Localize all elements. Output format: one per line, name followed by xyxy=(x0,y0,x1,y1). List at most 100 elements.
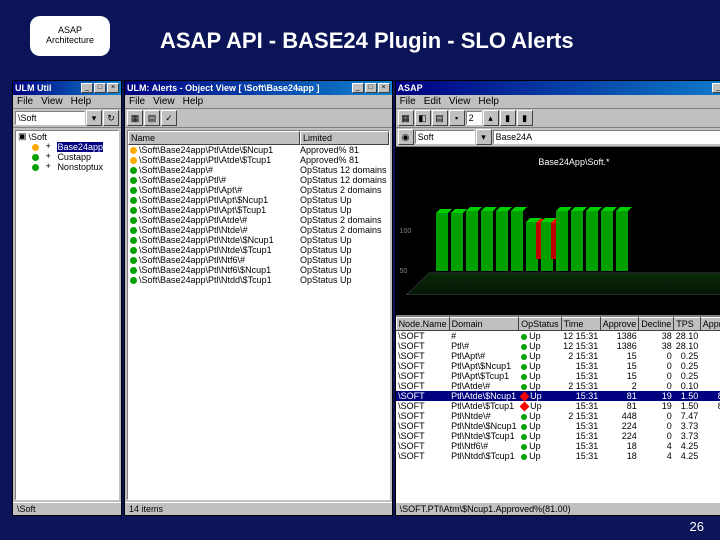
tree-node[interactable]: + Base24app xyxy=(16,142,118,152)
list-item[interactable]: \Soft\Base24app\Ptl\Apt\#OpStatus 2 doma… xyxy=(128,185,389,195)
maximize-button[interactable]: □ xyxy=(94,83,106,93)
status-icon xyxy=(130,197,137,204)
col-header[interactable]: Approve xyxy=(600,318,639,331)
minimize-button[interactable]: _ xyxy=(352,83,364,93)
minimize-button[interactable]: _ xyxy=(712,83,720,93)
table-row[interactable]: \SOFTPtl\Ntde\$Tcup1 Up15:3122403.73100.… xyxy=(396,431,720,441)
list-item[interactable]: \Soft\Base24app\Ptl\Apt\$Ncup1OpStatus U… xyxy=(128,195,389,205)
menu-view[interactable]: View xyxy=(153,96,175,107)
col-header[interactable]: Domain xyxy=(449,318,519,331)
cell-decline: 19 xyxy=(639,401,674,411)
col-header[interactable]: Node.Name xyxy=(396,318,449,331)
alerts-titlebar[interactable]: ULM: Alerts - Object View [ \Soft\Base24… xyxy=(125,81,392,95)
menu-help[interactable]: Help xyxy=(183,96,204,107)
data-table[interactable]: Node.NameDomainOpStatusTimeApproveDeclin… xyxy=(396,317,720,461)
col-header[interactable]: TPS xyxy=(674,318,701,331)
dropdown-icon[interactable]: ▾ xyxy=(476,129,492,145)
alerts-statusbar: 14 items xyxy=(125,502,392,515)
cell-node: \SOFT xyxy=(396,371,449,381)
table-row[interactable]: \SOFTPtl\Apt\$Ncup1 Up15:311500.25100.00 xyxy=(396,361,720,371)
tool-button[interactable]: ▮ xyxy=(517,110,533,126)
chart-3d[interactable]: Base24App\Soft.* 100 50 xyxy=(396,147,720,315)
ulm-tree[interactable]: ▣ \Soft + Base24app + Custapp + Nonstopt… xyxy=(15,130,119,500)
list-item[interactable]: \Soft\Base24app\Ptl\Ntf6\$Ncup1OpStatus … xyxy=(128,265,389,275)
data-table-area[interactable]: Node.NameDomainOpStatusTimeApproveDeclin… xyxy=(396,315,720,502)
list-item[interactable]: \Soft\Base24app\Ptl\Atde\$Tcup1Approved%… xyxy=(128,155,389,165)
cell-tps: 0.25 xyxy=(674,361,701,371)
minimize-button[interactable]: _ xyxy=(81,83,93,93)
cell-node: \SOFT xyxy=(396,441,449,451)
maximize-button[interactable]: □ xyxy=(365,83,377,93)
cell-approve: 15 xyxy=(600,371,639,381)
table-row[interactable]: \SOFT# Up12 15:3113863828.1097.33 xyxy=(396,331,720,342)
list-item[interactable]: \Soft\Base24app\Ptl\Ntde\#OpStatus 2 dom… xyxy=(128,225,389,235)
tool-button[interactable]: ▦ xyxy=(127,110,143,126)
tool-button[interactable]: ◧ xyxy=(415,110,431,126)
col-header[interactable]: Time xyxy=(561,318,600,331)
tree-label: Nonstoptux xyxy=(57,162,103,172)
menu-help[interactable]: Help xyxy=(478,96,499,107)
col-name[interactable]: Name xyxy=(128,131,300,145)
up-icon xyxy=(521,354,527,360)
tool-button[interactable]: ▦ xyxy=(398,110,414,126)
dropdown-icon[interactable]: ▾ xyxy=(86,110,102,126)
list-item[interactable]: \Soft\Base24app\Ptl\Ntde\$Ncup1OpStatus … xyxy=(128,235,389,245)
combo-base24[interactable] xyxy=(493,130,720,144)
tree-node[interactable]: + Nonstoptux xyxy=(16,162,118,172)
table-row[interactable]: \SOFTPtl\Apt\# Up2 15:311500.25100.00 xyxy=(396,351,720,361)
menu-file[interactable]: File xyxy=(17,96,33,107)
menu-file[interactable]: File xyxy=(400,96,416,107)
col-header[interactable]: Decline xyxy=(639,318,674,331)
asap-toolbar: ▦ ◧ ▤ ▪ ▴ ▮ ▮ xyxy=(396,109,720,128)
tree-node[interactable]: + Custapp xyxy=(16,152,118,162)
list-item[interactable]: \Soft\Base24app\Ptl\Apt\$Tcup1OpStatus U… xyxy=(128,205,389,215)
col-header[interactable]: Approved% xyxy=(700,318,720,331)
table-row[interactable]: \SOFTPtl\Atde\$Ncup1 Up15:3181191.5081.0… xyxy=(396,391,720,401)
table-row[interactable]: \SOFTPtl\Ntde\# Up2 15:3144807.47100.00 xyxy=(396,411,720,421)
list-item[interactable]: \Soft\Base24app\Ptl\#OpStatus 12 domains xyxy=(128,175,389,185)
alerts-list[interactable]: Name Limited \Soft\Base24app\Ptl\Atde\$N… xyxy=(127,130,390,500)
list-item[interactable]: \Soft\Base24app\Ptl\Ntf6\#OpStatus Up xyxy=(128,255,389,265)
list-item[interactable]: \Soft\Base24app\Ptl\Ntde\$Tcup1OpStatus … xyxy=(128,245,389,255)
col-header[interactable]: OpStatus xyxy=(519,318,562,331)
menu-file[interactable]: File xyxy=(129,96,145,107)
list-item[interactable]: \Soft\Base24app\Ptl\Ntdd\$Tcup1OpStatus … xyxy=(128,275,389,285)
table-row[interactable]: \SOFTPtl\Atde\# Up2 15:31200.10100.00 xyxy=(396,381,720,391)
cell-approved: 100.00 xyxy=(700,411,720,421)
ulm-titlebar[interactable]: ULM Util _ □ × xyxy=(13,81,121,95)
cell-node: \SOFT xyxy=(396,431,449,441)
close-button[interactable]: × xyxy=(378,83,390,93)
tool-button[interactable]: ▤ xyxy=(144,110,160,126)
list-item[interactable]: \Soft\Base24app\Ptl\Atde\#OpStatus 2 dom… xyxy=(128,215,389,225)
combo-soft[interactable] xyxy=(415,130,475,144)
table-row[interactable]: \SOFTPtl\Ntf6\# Up15:311844.25100.00 xyxy=(396,441,720,451)
refresh-button[interactable]: ↻ xyxy=(103,110,119,126)
expand-icon[interactable]: + xyxy=(46,152,51,162)
spin-button[interactable]: ▴ xyxy=(483,110,499,126)
menu-view[interactable]: View xyxy=(449,96,471,107)
asap-titlebar[interactable]: ASAP _ □ × xyxy=(396,81,720,95)
list-item[interactable]: \Soft\Base24app\Ptl\Atde\$Ncup1Approved%… xyxy=(128,145,389,155)
expand-icon[interactable]: + xyxy=(46,142,51,152)
cell-domain: Ptl\Ntf6\# xyxy=(449,441,519,451)
target-icon[interactable]: ◉ xyxy=(398,129,414,145)
table-row[interactable]: \SOFTPtl\Atde\$Tcup1 Up15:3181191.5081.0… xyxy=(396,401,720,411)
tool-button[interactable]: ▮ xyxy=(500,110,516,126)
col-limited[interactable]: Limited xyxy=(300,131,389,145)
menu-view[interactable]: View xyxy=(41,96,63,107)
expand-icon[interactable]: + xyxy=(46,162,51,172)
list-item[interactable]: \Soft\Base24app\#OpStatus 12 domains xyxy=(128,165,389,175)
tree-root[interactable]: ▣ \Soft xyxy=(16,131,118,142)
table-row[interactable]: \SOFTPtl\Apt\$Tcup1 Up15:311500.25100.00 xyxy=(396,371,720,381)
tool-button[interactable]: ✓ xyxy=(161,110,177,126)
menu-edit[interactable]: Edit xyxy=(424,96,441,107)
table-row[interactable]: \SOFTPtl\Ntde\$Ncup1 Up15:3122403.73100.… xyxy=(396,421,720,431)
tool-button[interactable]: ▪ xyxy=(449,110,465,126)
table-row[interactable]: \SOFTPtl\Ntdd\$Tcup1 Up15:311844.25100.0… xyxy=(396,451,720,461)
table-row[interactable]: \SOFTPtl\# Up12 15:3113863828.1097.33 xyxy=(396,341,720,351)
close-button[interactable]: × xyxy=(107,83,119,93)
ulm-path-input[interactable] xyxy=(15,111,85,125)
spin-input[interactable] xyxy=(466,111,482,125)
menu-help[interactable]: Help xyxy=(71,96,92,107)
tool-button[interactable]: ▤ xyxy=(432,110,448,126)
